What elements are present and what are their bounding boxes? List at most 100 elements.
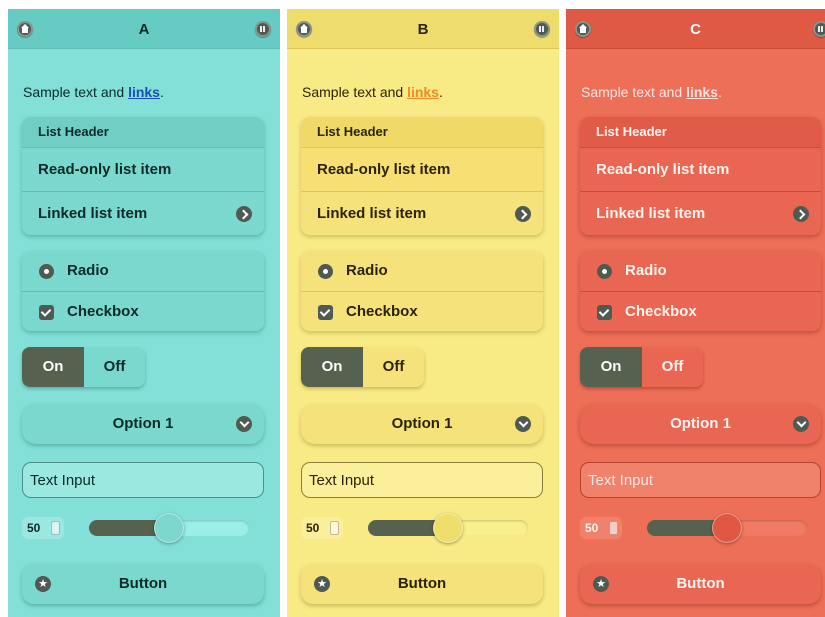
slider-handle[interactable] [712,513,742,543]
on-off-toggle[interactable]: On Off [22,347,145,387]
slider-value: 50 [306,521,320,535]
readonly-list-item: Read-only list item [301,147,543,191]
sample-text: Sample text and links. [302,84,443,100]
action-button[interactable]: ★ Button [22,564,264,604]
toggle-off[interactable]: Off [642,347,703,387]
sample-text-suffix: . [438,84,443,100]
spinner-icon[interactable] [609,521,618,535]
sample-link[interactable]: links [407,84,439,100]
slider-handle[interactable] [433,513,463,543]
listview: List Header Read-only list item Linked l… [301,117,543,235]
slider-value-field[interactable]: 50 [22,517,64,539]
radio-option[interactable]: Radio [22,251,264,291]
checkbox-label: Checkbox [67,303,139,320]
spinner-icon[interactable] [51,521,60,535]
checkbox-option[interactable]: Checkbox [580,291,821,331]
linked-list-item[interactable]: Linked list item [22,191,264,235]
slider-value: 50 [585,521,599,535]
header-bar: C [566,9,825,49]
grid-icon[interactable] [534,21,550,37]
sample-text-suffix: . [717,84,722,100]
chevron-down-icon [793,416,809,432]
text-input[interactable] [580,462,821,498]
chevron-down-icon [515,416,531,432]
readonly-list-item: Read-only list item [22,147,264,191]
sample-text-prefix: Sample text and [302,84,408,100]
select-value: Option 1 [670,415,731,432]
radio-option[interactable]: Radio [580,251,821,291]
choice-group: Radio Checkbox [22,251,264,331]
radio-icon [39,264,54,279]
chevron-right-icon [515,206,531,222]
checkbox-icon [318,305,333,320]
on-off-toggle[interactable]: On Off [580,347,703,387]
option-select[interactable]: Option 1 [301,404,543,444]
radio-label: Radio [346,262,388,279]
range-slider[interactable] [89,513,249,543]
slider-value-field[interactable]: 50 [301,517,343,539]
checkbox-label: Checkbox [346,303,418,320]
sample-text-prefix: Sample text and [23,84,129,100]
slider-handle[interactable] [154,513,184,543]
option-select[interactable]: Option 1 [22,404,264,444]
theme-panel-b: B Sample text and links. List Header Rea… [287,9,559,617]
sample-text: Sample text and links. [581,84,722,100]
listview: List Header Read-only list item Linked l… [22,117,264,235]
theme-panel-c: C Sample text and links. List Header Rea… [566,9,825,617]
linked-list-item[interactable]: Linked list item [580,191,821,235]
choice-group: Radio Checkbox [580,251,821,331]
slider-value: 50 [27,521,41,535]
button-label: Button [397,575,447,592]
chevron-down-icon [236,416,252,432]
checkbox-option[interactable]: Checkbox [22,291,264,331]
toggle-off[interactable]: Off [84,347,145,387]
chevron-right-icon [793,206,809,222]
linked-list-item-label: Linked list item [38,205,148,222]
sample-link[interactable]: links [686,84,718,100]
star-icon: ★ [593,576,609,592]
star-icon: ★ [314,576,330,592]
text-input[interactable] [301,462,543,498]
header-title: A [138,21,150,38]
checkbox-option[interactable]: Checkbox [301,291,543,331]
toggle-on[interactable]: On [22,347,84,387]
list-header: List Header [22,117,264,147]
spinner-icon[interactable] [330,521,339,535]
radio-option[interactable]: Radio [301,251,543,291]
sample-text: Sample text and links. [23,84,164,100]
toggle-on[interactable]: On [301,347,363,387]
select-value: Option 1 [391,415,453,432]
action-button[interactable]: ★ Button [301,564,543,604]
select-value: Option 1 [112,415,174,432]
readonly-list-item-label: Read-only list item [317,161,451,178]
choice-group: Radio Checkbox [301,251,543,331]
chevron-right-icon [236,206,252,222]
sample-text-prefix: Sample text and [581,84,687,100]
toggle-off[interactable]: Off [363,347,424,387]
option-select[interactable]: Option 1 [580,404,821,444]
grid-icon[interactable] [255,21,271,37]
on-off-toggle[interactable]: On Off [301,347,424,387]
text-input[interactable] [22,462,264,498]
range-slider[interactable] [368,513,528,543]
listview: List Header Read-only list item Linked l… [580,117,821,235]
button-label: Button [118,575,168,592]
star-icon: ★ [35,576,51,592]
checkbox-icon [39,305,54,320]
header-title: C [690,21,701,38]
grid-icon[interactable] [813,21,825,37]
action-button[interactable]: ★ Button [580,564,821,604]
radio-label: Radio [625,262,667,279]
range-slider[interactable] [647,513,807,543]
linked-list-item-label: Linked list item [596,205,706,222]
radio-label: Radio [67,262,109,279]
header-bar: B [287,9,559,49]
radio-icon [597,264,612,279]
slider-value-field[interactable]: 50 [580,517,622,539]
sample-link[interactable]: links [128,84,160,100]
list-header: List Header [580,117,821,147]
checkbox-label: Checkbox [625,303,697,320]
radio-icon [318,264,333,279]
toggle-on[interactable]: On [580,347,642,387]
linked-list-item[interactable]: Linked list item [301,191,543,235]
